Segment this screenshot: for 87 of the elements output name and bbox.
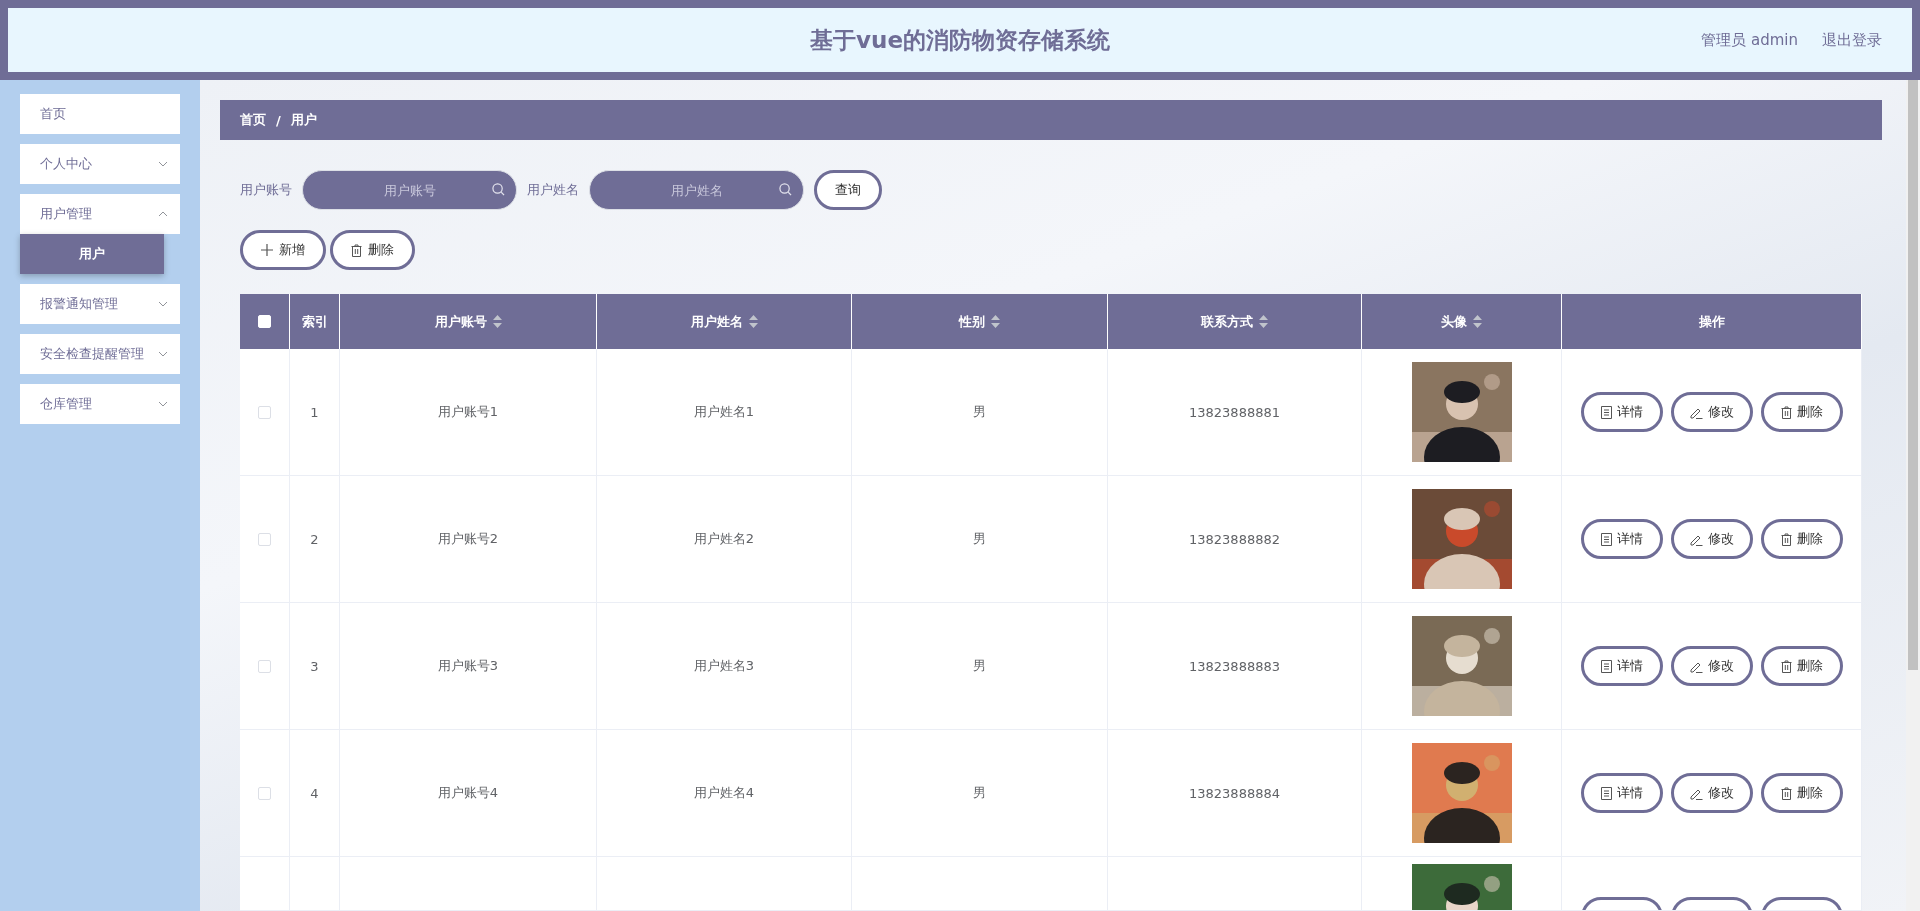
table-cell: 用户账号1 — [340, 349, 597, 476]
logout-link[interactable]: 退出登录 — [1822, 30, 1882, 50]
field-label: 用户账号 — [240, 181, 292, 199]
trash-icon — [1780, 405, 1792, 419]
breadcrumb-item[interactable]: 首页 — [240, 111, 266, 129]
table-cell: 3 — [290, 603, 340, 730]
sidebar-subitem[interactable]: 用户 — [20, 234, 164, 274]
breadcrumb-item[interactable]: 用户 — [290, 111, 317, 129]
trash-icon — [1780, 532, 1792, 546]
edit-button[interactable]: 修改 — [1670, 646, 1753, 686]
edit-button[interactable]: 修改 — [1670, 392, 1753, 432]
table-cell: 用户姓名3 — [597, 603, 852, 730]
sidebar-item[interactable]: 用户管理 — [20, 194, 180, 234]
edit-button[interactable]: 修改 — [1670, 773, 1753, 813]
sidebar-item[interactable]: 安全检查提醒管理 — [20, 334, 180, 374]
sidebar-item[interactable]: 首页 — [20, 94, 180, 134]
field-label: 用户姓名 — [527, 181, 579, 199]
table-cell: 男 — [852, 349, 1108, 476]
delete-button[interactable]: 删除 — [1760, 646, 1843, 686]
sort-icon[interactable] — [1473, 315, 1482, 328]
table-cell: 13823888881 — [1108, 349, 1362, 476]
trash-icon — [1780, 659, 1792, 673]
sort-icon[interactable] — [991, 315, 1000, 328]
table-cell: 4 — [290, 730, 340, 857]
search-icon[interactable] — [779, 183, 792, 196]
table-cell: 2 — [290, 476, 340, 603]
column-header: 操作 — [1562, 294, 1862, 349]
trash-icon — [1780, 786, 1792, 800]
chevron-down-icon — [158, 299, 168, 309]
scrollbar[interactable] — [1906, 80, 1920, 911]
edit-button[interactable]: 修改 — [1670, 519, 1753, 559]
table-cell: 用户账号3 — [340, 603, 597, 730]
search-icon[interactable] — [492, 183, 505, 196]
table-cell: 男 — [852, 476, 1108, 603]
table-cell: 男 — [852, 730, 1108, 857]
user-name: 管理员 admin — [1701, 30, 1798, 50]
column-header[interactable]: 联系方式 — [1108, 294, 1362, 349]
column-header[interactable]: 性别 — [852, 294, 1108, 349]
sort-icon[interactable] — [492, 315, 502, 328]
delete-button[interactable]: 删除 — [1760, 519, 1843, 559]
row-checkbox[interactable] — [258, 786, 271, 800]
table-cell: 用户账号2 — [340, 476, 597, 603]
table-cell: 用户账号4 — [340, 730, 597, 857]
chevron-down-icon — [158, 159, 168, 169]
sort-icon[interactable] — [1259, 315, 1268, 328]
detail-button[interactable]: 详情 — [1580, 646, 1663, 686]
select-all-checkbox[interactable] — [258, 315, 271, 328]
sidebar-item[interactable]: 仓库管理 — [20, 384, 180, 424]
add-button[interactable]: 新增 — [240, 230, 326, 270]
detail-button[interactable]: 详情 — [1580, 392, 1663, 432]
column-header: 索引 — [290, 294, 340, 349]
plus-icon — [261, 244, 273, 256]
table-cell: 1 — [290, 349, 340, 476]
detail-button[interactable]: 详情 — [1580, 773, 1663, 813]
document-icon — [1600, 659, 1612, 673]
document-icon — [1600, 786, 1612, 800]
column-header[interactable]: 头像 — [1362, 294, 1562, 349]
table-cell: 13823888884 — [1108, 730, 1362, 857]
sort-icon[interactable] — [748, 315, 758, 328]
delete-button[interactable]: 删除 — [330, 230, 415, 270]
delete-button[interactable]: 删除 — [1760, 773, 1843, 813]
search-field[interactable]: 用户账号 — [302, 170, 517, 210]
app-title: 基于vue的消防物资存储系统 — [810, 25, 1110, 55]
detail-button[interactable]: 详情 — [1580, 519, 1663, 559]
table-cell: 13823888883 — [1108, 603, 1362, 730]
table-cell: 用户姓名2 — [597, 476, 852, 603]
breadcrumb-separator: / — [276, 112, 281, 128]
row-checkbox[interactable] — [258, 659, 271, 673]
column-header[interactable]: 用户姓名 — [597, 294, 852, 349]
search-field[interactable]: 用户姓名 — [589, 170, 804, 210]
chevron-up-icon — [158, 209, 168, 219]
sidebar-item[interactable]: 个人中心 — [20, 144, 180, 184]
query-button[interactable]: 查询 — [814, 170, 882, 210]
row-checkbox[interactable] — [258, 405, 271, 419]
table-cell: 13823888882 — [1108, 476, 1362, 603]
trash-icon — [351, 243, 362, 257]
sidebar-item[interactable]: 报警通知管理 — [20, 284, 180, 324]
column-header[interactable]: 用户账号 — [340, 294, 597, 349]
chevron-down-icon — [158, 349, 168, 359]
document-icon — [1600, 405, 1612, 419]
chevron-down-icon — [158, 399, 168, 409]
delete-button[interactable]: 删除 — [1760, 392, 1843, 432]
table-cell: 男 — [852, 603, 1108, 730]
table-cell: 用户姓名4 — [597, 730, 852, 857]
table-cell: 用户姓名1 — [597, 349, 852, 476]
document-icon — [1600, 532, 1612, 546]
row-checkbox[interactable] — [258, 532, 271, 546]
